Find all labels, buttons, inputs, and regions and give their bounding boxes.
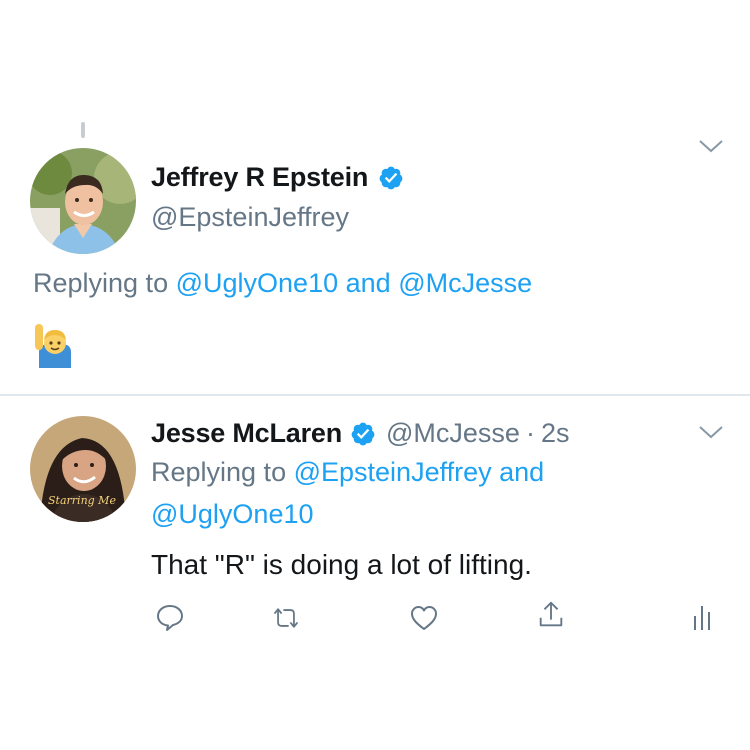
mention-link[interactable]: @UglyOne10: [176, 268, 339, 299]
share-icon[interactable]: [536, 599, 566, 629]
tweet2-body-text: That "R" is doing a lot of lifting.: [151, 549, 532, 580]
avatar-jesse[interactable]: Starring Me: [30, 416, 136, 522]
tweet2-replying-to-line1: Replying to @EpsteinJeffrey and: [151, 457, 544, 488]
tweet2-timestamp[interactable]: 2s: [541, 418, 570, 449]
tweet2-author-handle[interactable]: @McJesse: [386, 418, 520, 449]
verified-badge-icon: [351, 422, 375, 445]
thread-connector-line: [81, 122, 85, 138]
like-icon[interactable]: [409, 603, 439, 633]
tweet2-author-name[interactable]: Jesse McLaren: [151, 418, 342, 449]
avatar-jeffrey[interactable]: [30, 148, 136, 254]
reply-and-text: and: [345, 268, 391, 298]
tweet1-replying-to: Replying to @UglyOne10 and @McJesse: [33, 268, 532, 299]
mention-link[interactable]: @UglyOne10: [151, 499, 314, 530]
reply-and-text: and: [499, 457, 545, 487]
chevron-down-icon[interactable]: [698, 424, 724, 440]
mention-link[interactable]: @McJesse: [398, 268, 532, 299]
person-raising-hand-emoji-icon: [35, 324, 71, 368]
avatar-overlay-text: Starring Me: [48, 494, 116, 507]
chevron-down-icon[interactable]: [698, 138, 724, 154]
reply-icon[interactable]: [155, 602, 185, 632]
tweet1-author-handle[interactable]: @EpsteinJeffrey: [151, 202, 349, 233]
tweet1-author-name[interactable]: Jeffrey R Epstein: [151, 162, 368, 193]
tweet1-author-row: Jeffrey R Epstein: [151, 162, 404, 193]
tweet-divider: [0, 394, 750, 396]
time-separator: ·: [525, 418, 535, 448]
verified-badge-icon: [379, 166, 403, 189]
retweet-icon[interactable]: [271, 603, 301, 633]
tweet2-author-row: Jesse McLaren @McJesse · 2s: [151, 418, 569, 449]
replying-to-label: Replying to: [33, 268, 169, 298]
analytics-icon[interactable]: [687, 602, 717, 632]
replying-to-label: Replying to: [151, 457, 287, 487]
mention-link[interactable]: @EpsteinJeffrey: [294, 457, 492, 488]
